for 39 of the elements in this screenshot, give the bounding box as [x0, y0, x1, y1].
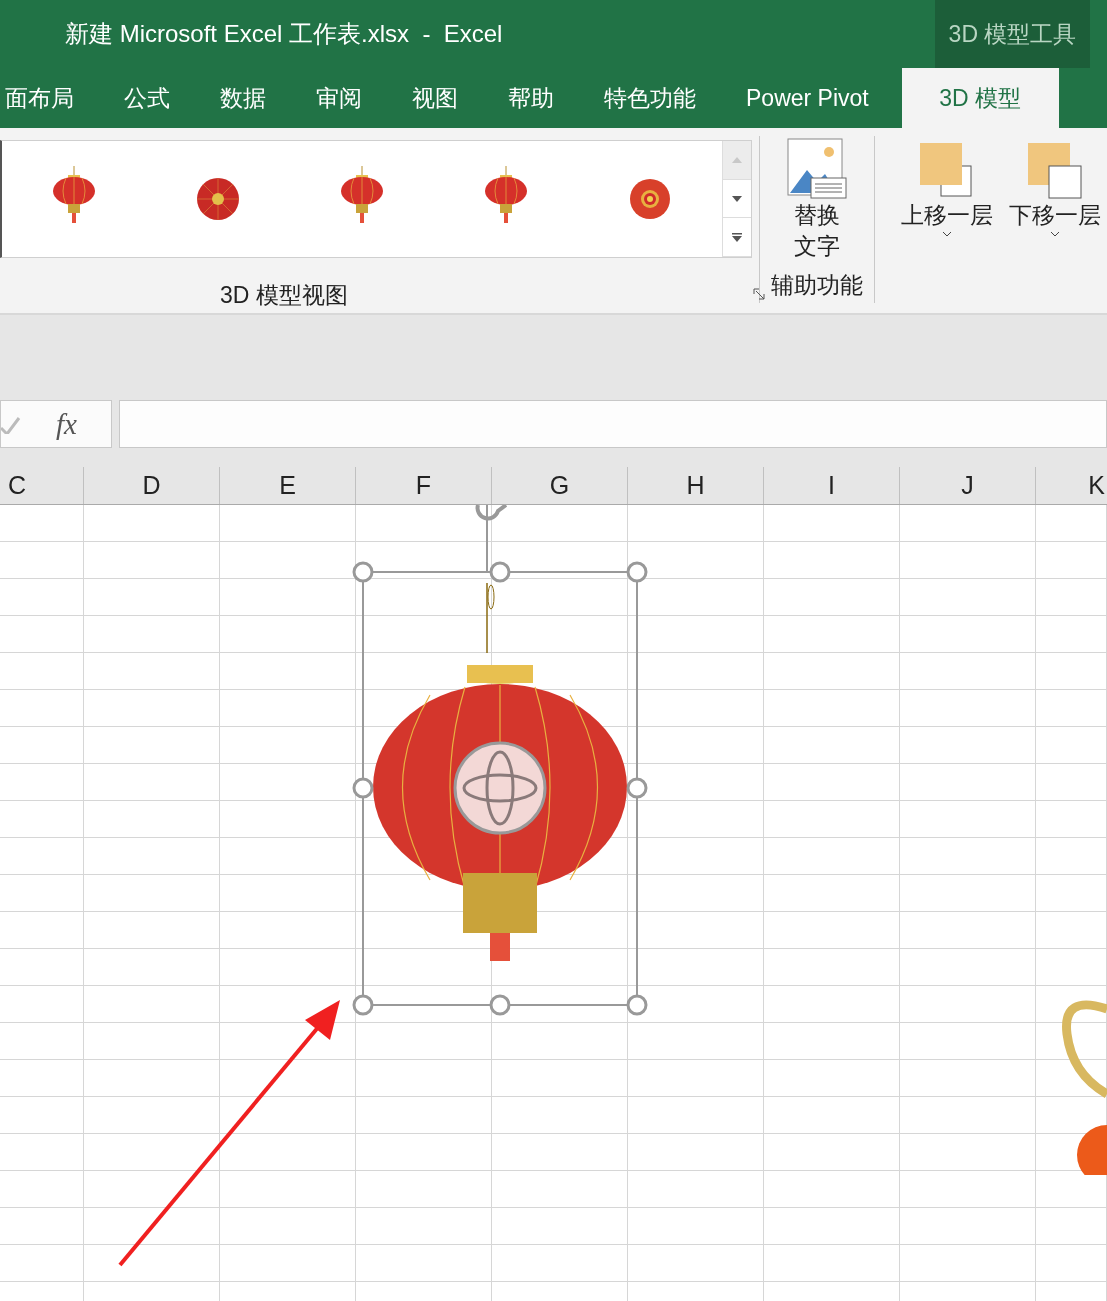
column-header[interactable]: G	[549, 471, 570, 500]
window-title: 新建 Microsoft Excel 工作表.xlsx - Excel	[65, 19, 503, 49]
column-header[interactable]: H	[686, 471, 705, 500]
ribbon-tab[interactable]: 数据	[195, 68, 291, 128]
picture-icon	[787, 138, 848, 200]
dialog-launcher-icon[interactable]	[753, 288, 765, 300]
arrange-button[interactable]: 下移一层	[1003, 142, 1107, 313]
formula-input[interactable]	[119, 400, 1107, 448]
ribbon-tab[interactable]: 特色功能	[579, 68, 721, 128]
group-label: 3D 模型视图	[220, 281, 348, 310]
send-backward-icon	[1027, 142, 1083, 200]
bring-forward-icon	[919, 142, 975, 200]
column-header[interactable]: E	[279, 471, 296, 500]
ribbon-tab[interactable]: 视图	[387, 68, 483, 128]
caret-up-icon	[732, 156, 742, 163]
caret-down-icon	[732, 195, 742, 202]
column-header[interactable]: K	[1088, 471, 1105, 500]
arrange-button[interactable]: 上移一层	[895, 142, 999, 313]
ribbon-tab[interactable]: 面布局	[0, 68, 99, 128]
column-header[interactable]: F	[415, 471, 432, 500]
ribbon-tab[interactable]: Power Pivot	[721, 68, 894, 128]
caret-down-icon	[942, 231, 952, 237]
column-header[interactable]: C	[8, 471, 27, 500]
ribbon-tab[interactable]: 3D 模型	[901, 68, 1059, 128]
ribbon-tab[interactable]: 帮助	[483, 68, 579, 128]
check-icon[interactable]	[1, 414, 21, 434]
lantern-bottom-icon	[629, 178, 671, 220]
column-header[interactable]: J	[961, 471, 974, 500]
alt-text-button[interactable]: 替换文字	[787, 138, 848, 262]
ribbon-tab[interactable]: 审阅	[291, 68, 387, 128]
group-label: 辅助功能	[771, 271, 864, 300]
caret-down-icon	[1050, 231, 1060, 237]
insert-function-button[interactable]: fx	[56, 407, 77, 441]
expand-icon	[732, 232, 742, 242]
lantern-top-icon	[196, 177, 240, 221]
context-tab-group: 3D 模型工具	[935, 0, 1090, 68]
column-header[interactable]: I	[828, 471, 835, 500]
ribbon-tab[interactable]: 公式	[99, 68, 195, 128]
column-header[interactable]: D	[142, 471, 161, 500]
